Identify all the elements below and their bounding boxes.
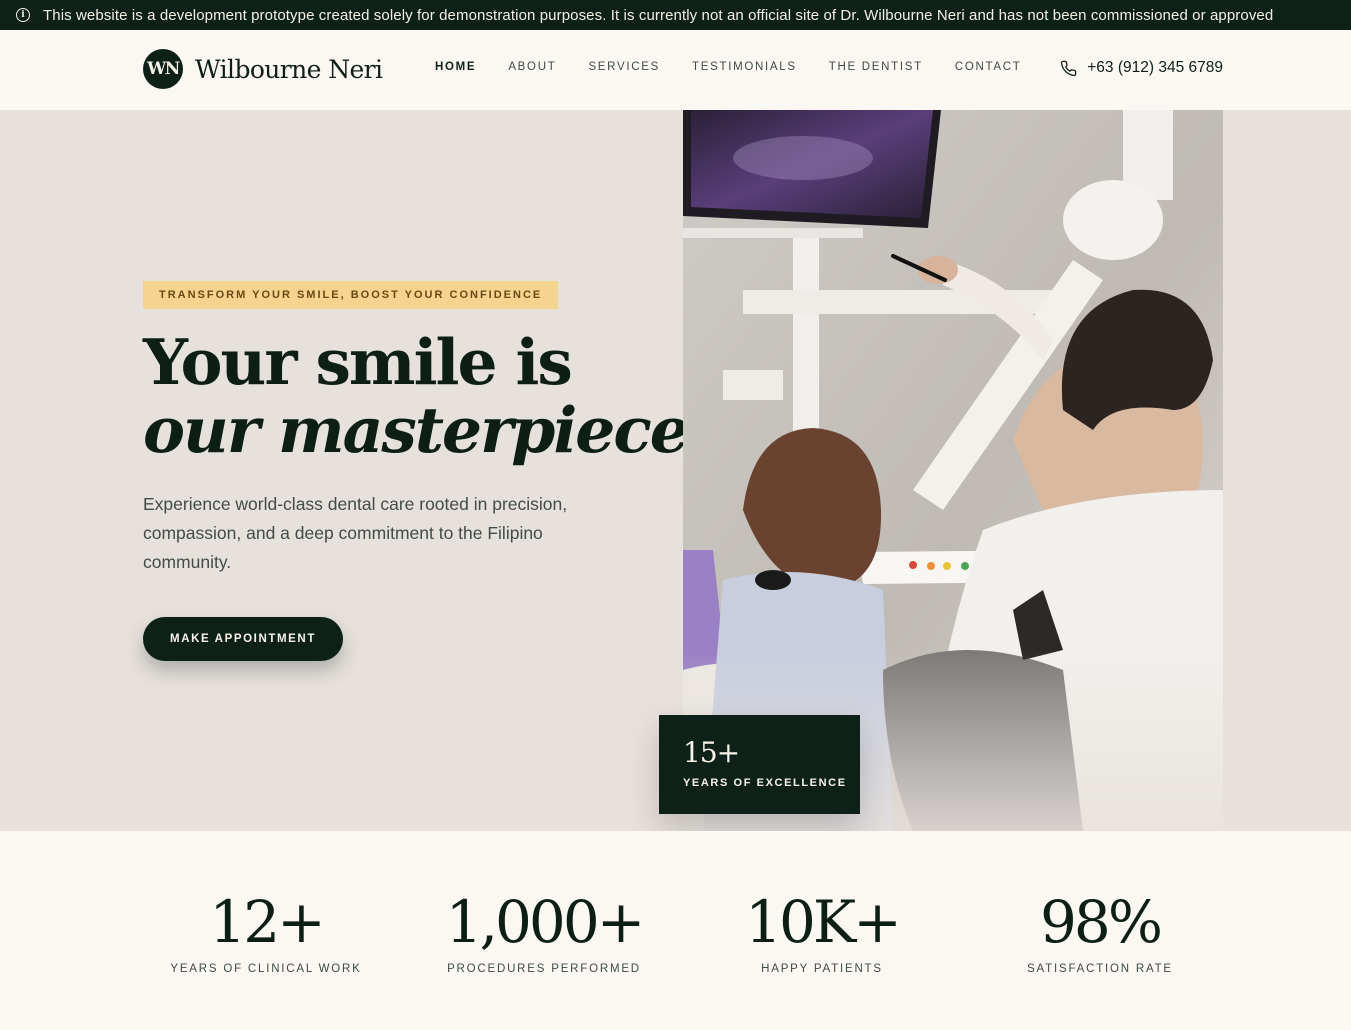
stat-label: PROCEDURES PERFORMED — [447, 963, 641, 975]
stat-value: 1,000+ — [445, 888, 646, 956]
nav-about[interactable]: ABOUT — [508, 61, 556, 73]
nav-the-dentist[interactable]: THE DENTIST — [829, 61, 923, 73]
hero-section: TRANSFORM YOUR SMILE, BOOST YOUR CONFIDE… — [0, 110, 1351, 831]
phone-number: +63 (912) 345 6789 — [1087, 59, 1223, 76]
years-of-excellence-badge: 15+ YEARS OF EXCELLENCE — [659, 715, 860, 814]
prototype-notice-banner: i This website is a development prototyp… — [0, 0, 1351, 30]
logo-name: Wilbourne Neri — [195, 54, 383, 84]
headline-line-2: our masterpiece — [143, 393, 690, 467]
hero-tagline: TRANSFORM YOUR SMILE, BOOST YOUR CONFIDE… — [143, 281, 559, 309]
stat-label: HAPPY PATIENTS — [761, 963, 883, 975]
stat-label: SATISFACTION RATE — [1027, 963, 1173, 975]
site-header: WN Wilbourne Neri HOME ABOUT SERVICES TE… — [0, 30, 1351, 110]
stat-item: 1,000+ PROCEDURES PERFORMED — [414, 887, 674, 975]
nav-services[interactable]: SERVICES — [588, 61, 660, 73]
stats-section: 12+ YEARS OF CLINICAL WORK 1,000+ PROCED… — [0, 831, 1351, 1030]
nav-home[interactable]: HOME — [435, 61, 476, 73]
badge-label: YEARS OF EXCELLENCE — [683, 777, 847, 789]
stat-label: YEARS OF CLINICAL WORK — [170, 963, 362, 975]
phone-icon — [1061, 60, 1077, 76]
phone-link[interactable]: +63 (912) 345 6789 — [1060, 59, 1223, 77]
badge-value: 15+ — [683, 736, 740, 769]
make-appointment-button[interactable]: MAKE APPOINTMENT — [143, 617, 343, 661]
hero-description: Experience world-class dental care roote… — [143, 494, 568, 572]
stat-value: 12+ — [209, 888, 325, 956]
info-icon: i — [16, 8, 30, 22]
logo-monogram: WN — [143, 49, 183, 89]
stat-item: 98% SATISFACTION RATE — [970, 887, 1230, 975]
site-logo[interactable]: WN Wilbourne Neri — [143, 49, 383, 89]
stat-item: 10K+ HAPPY PATIENTS — [692, 887, 952, 975]
headline-line-1: Your smile is — [143, 325, 573, 399]
stat-value: 10K+ — [745, 888, 902, 956]
stat-value: 98% — [1040, 888, 1163, 956]
prototype-notice-text: This website is a development prototype … — [43, 6, 1274, 24]
nav-contact[interactable]: CONTACT — [955, 61, 1022, 73]
nav-testimonials[interactable]: TESTIMONIALS — [692, 61, 797, 73]
stat-item: 12+ YEARS OF CLINICAL WORK — [136, 887, 396, 975]
hero-headline: Your smile is our masterpiece — [143, 325, 690, 467]
main-nav: HOME ABOUT SERVICES TESTIMONIALS THE DEN… — [435, 61, 1053, 73]
